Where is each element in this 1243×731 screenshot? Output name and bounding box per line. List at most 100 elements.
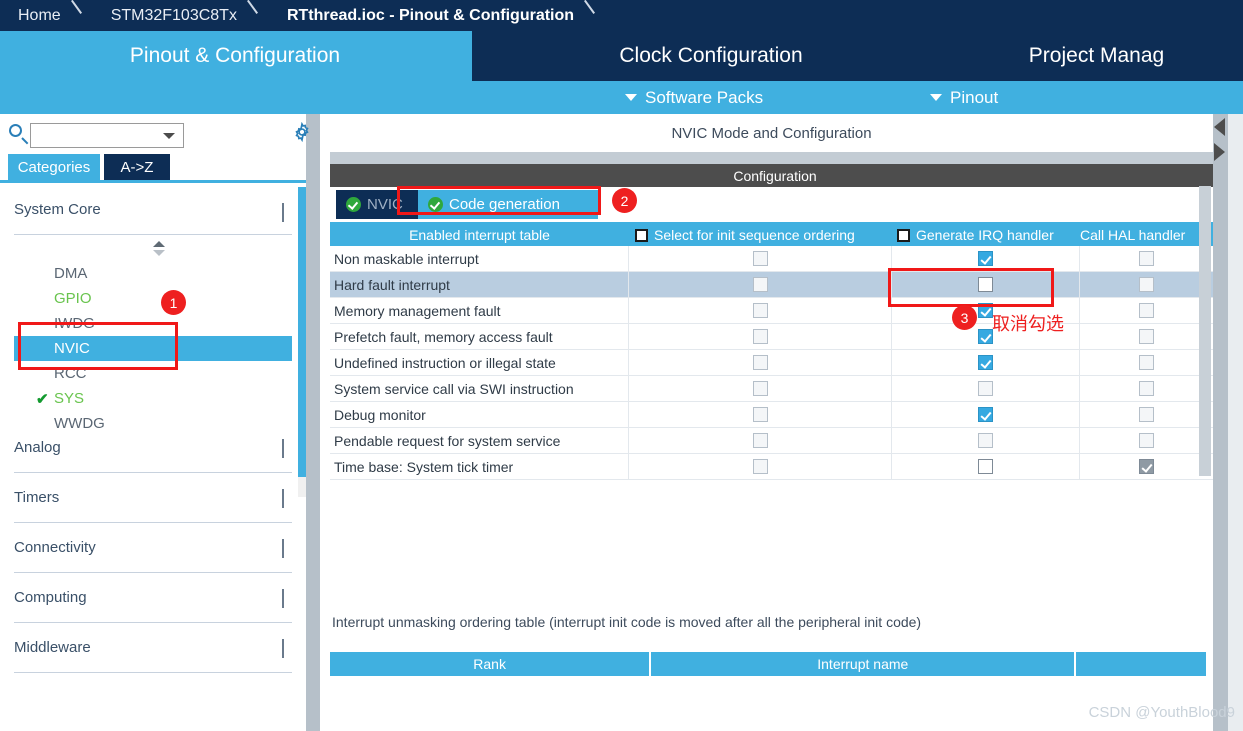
- window-scrollbar-track[interactable]: [1228, 114, 1243, 731]
- cell-generate-irq-handler[interactable]: [892, 402, 1080, 427]
- tab-a-to-z[interactable]: A->Z: [104, 154, 170, 180]
- watermark: CSDN @YouthBlood9: [1088, 704, 1235, 721]
- call-hal-handler-checkbox[interactable]: [1139, 251, 1154, 266]
- cell-select-init-order[interactable]: [629, 324, 892, 349]
- generate-irq-handler-checkbox[interactable]: [978, 355, 993, 370]
- table-row[interactable]: Non maskable interrupt: [330, 246, 1214, 272]
- ordering-table-body[interactable]: [330, 677, 1206, 731]
- select-init-order-checkbox[interactable]: [752, 355, 768, 370]
- cell-call-hal-handler[interactable]: [1080, 350, 1214, 375]
- generate-irq-handler-checkbox[interactable]: [978, 329, 993, 344]
- sidebar-group-middleware[interactable]: Middleware: [14, 623, 292, 673]
- table-row[interactable]: Prefetch fault, memory access fault: [330, 324, 1214, 350]
- cell-generate-irq-handler[interactable]: [892, 376, 1080, 401]
- cell-call-hal-handler[interactable]: [1080, 324, 1214, 349]
- select-init-order-checkbox[interactable]: [752, 303, 768, 318]
- menu-software-packs[interactable]: Software Packs: [625, 81, 763, 114]
- scroll-right-arrow-icon[interactable]: [1214, 143, 1225, 161]
- cell-call-hal-handler[interactable]: [1080, 428, 1214, 453]
- panel-scrollbar-track[interactable]: [1213, 114, 1228, 731]
- cell-call-hal-handler[interactable]: [1080, 246, 1214, 271]
- table-row[interactable]: Debug monitor: [330, 402, 1214, 428]
- call-hal-handler-checkbox[interactable]: [1139, 407, 1154, 422]
- breadcrumb-item-device[interactable]: STM32F103C8Tx: [93, 0, 243, 31]
- call-hal-handler-checkbox[interactable]: [1139, 381, 1154, 396]
- select-init-order-header-checkbox[interactable]: [635, 228, 648, 242]
- call-hal-handler-checkbox[interactable]: [1139, 433, 1154, 448]
- cell-generate-irq-handler[interactable]: [892, 350, 1080, 375]
- cell-select-init-order[interactable]: [629, 298, 892, 323]
- cell-call-hal-handler[interactable]: [1080, 402, 1214, 427]
- cell-call-hal-handler[interactable]: [1080, 454, 1214, 479]
- tab-categories[interactable]: Categories: [8, 154, 100, 180]
- search-input[interactable]: [31, 124, 159, 147]
- column-header-select-init-order[interactable]: Select for init sequence ordering: [629, 224, 891, 246]
- chevron-right-icon: [282, 639, 284, 658]
- menu-pinout-label: Pinout: [950, 87, 999, 107]
- table-row[interactable]: Memory management fault: [330, 298, 1214, 324]
- call-hal-handler-checkbox[interactable]: [1139, 303, 1154, 318]
- table-row[interactable]: Time base: System tick timer: [330, 454, 1214, 480]
- generate-irq-handler-checkbox[interactable]: [978, 433, 993, 448]
- generate-irq-handler-checkbox[interactable]: [978, 459, 993, 474]
- table-row[interactable]: Undefined instruction or illegal state: [330, 350, 1214, 376]
- sidebar-item-gpio[interactable]: GPIO: [14, 286, 292, 311]
- select-init-order-checkbox[interactable]: [752, 329, 768, 344]
- sidebar-item-sys[interactable]: ✔ SYS: [14, 386, 292, 411]
- cell-select-init-order[interactable]: [629, 350, 892, 375]
- cell-select-init-order[interactable]: [629, 246, 892, 271]
- tab-clock-configuration[interactable]: Clock Configuration: [472, 31, 950, 81]
- sidebar-group-timers[interactable]: Timers: [14, 473, 292, 523]
- call-hal-handler-checkbox[interactable]: [1139, 277, 1154, 292]
- sidebar-scrollbar-thumb[interactable]: [298, 187, 306, 477]
- sidebar-item-dma[interactable]: DMA: [14, 261, 292, 286]
- breadcrumb-item-current[interactable]: RTthread.ioc - Pinout & Configuration: [269, 0, 580, 31]
- cell-select-init-order[interactable]: [629, 428, 892, 453]
- tab-pinout-configuration[interactable]: Pinout & Configuration: [0, 31, 470, 81]
- select-init-order-checkbox[interactable]: [752, 433, 768, 448]
- select-init-order-checkbox[interactable]: [752, 459, 768, 474]
- cell-generate-irq-handler[interactable]: [892, 454, 1080, 479]
- call-hal-handler-checkbox[interactable]: [1139, 329, 1154, 344]
- generate-irq-handler-checkbox[interactable]: [978, 381, 993, 396]
- cell-call-hal-handler[interactable]: [1080, 298, 1214, 323]
- select-init-order-checkbox[interactable]: [752, 251, 768, 266]
- generate-irq-handler-checkbox[interactable]: [978, 407, 993, 422]
- tab-project-manager[interactable]: Project Manag: [950, 31, 1243, 81]
- sort-arrows-icon[interactable]: [152, 241, 166, 257]
- interrupt-table-scrollbar[interactable]: [1199, 186, 1211, 476]
- chevron-down-icon[interactable]: [163, 133, 175, 139]
- table-row[interactable]: Pendable request for system service: [330, 428, 1214, 454]
- annotation-badge-2: 2: [612, 188, 637, 213]
- call-hal-handler-checkbox[interactable]: [1139, 355, 1154, 370]
- interrupt-name: Memory management fault: [330, 298, 629, 323]
- breadcrumb-item-home[interactable]: Home: [0, 0, 67, 31]
- column-header-generate-irq-handler[interactable]: Generate IRQ handler: [891, 224, 1078, 246]
- cell-select-init-order[interactable]: [629, 376, 892, 401]
- generate-irq-handler-header-checkbox[interactable]: [897, 228, 910, 242]
- scroll-left-arrow-icon[interactable]: [1214, 118, 1225, 136]
- cell-select-init-order[interactable]: [629, 454, 892, 479]
- gear-icon[interactable]: [292, 122, 312, 142]
- sidebar-outer-scrollbar[interactable]: [306, 114, 320, 731]
- table-row[interactable]: Hard fault interrupt: [330, 272, 1214, 298]
- select-init-order-checkbox[interactable]: [752, 407, 768, 422]
- sidebar-group-computing[interactable]: Computing: [14, 573, 292, 623]
- sidebar-group-analog[interactable]: Analog: [14, 423, 292, 473]
- select-init-order-checkbox[interactable]: [752, 277, 768, 292]
- cell-select-init-order[interactable]: [629, 272, 892, 297]
- menu-pinout[interactable]: Pinout: [930, 81, 998, 114]
- cell-select-init-order[interactable]: [629, 402, 892, 427]
- generate-irq-handler-checkbox[interactable]: [978, 251, 993, 266]
- search-combobox[interactable]: [30, 123, 184, 148]
- sidebar-item-label: SYS: [54, 390, 85, 407]
- sidebar-group-connectivity[interactable]: Connectivity: [14, 523, 292, 573]
- table-row[interactable]: System service call via SWI instruction: [330, 376, 1214, 402]
- sidebar-group-label: Computing: [14, 589, 87, 606]
- select-init-order-checkbox[interactable]: [752, 381, 768, 396]
- table-header-row: Enabled interrupt table Select for init …: [330, 222, 1214, 246]
- cell-call-hal-handler[interactable]: [1080, 376, 1214, 401]
- cell-call-hal-handler[interactable]: [1080, 272, 1214, 297]
- cell-generate-irq-handler[interactable]: [892, 428, 1080, 453]
- sidebar-group-system-core[interactable]: System Core: [14, 185, 292, 235]
